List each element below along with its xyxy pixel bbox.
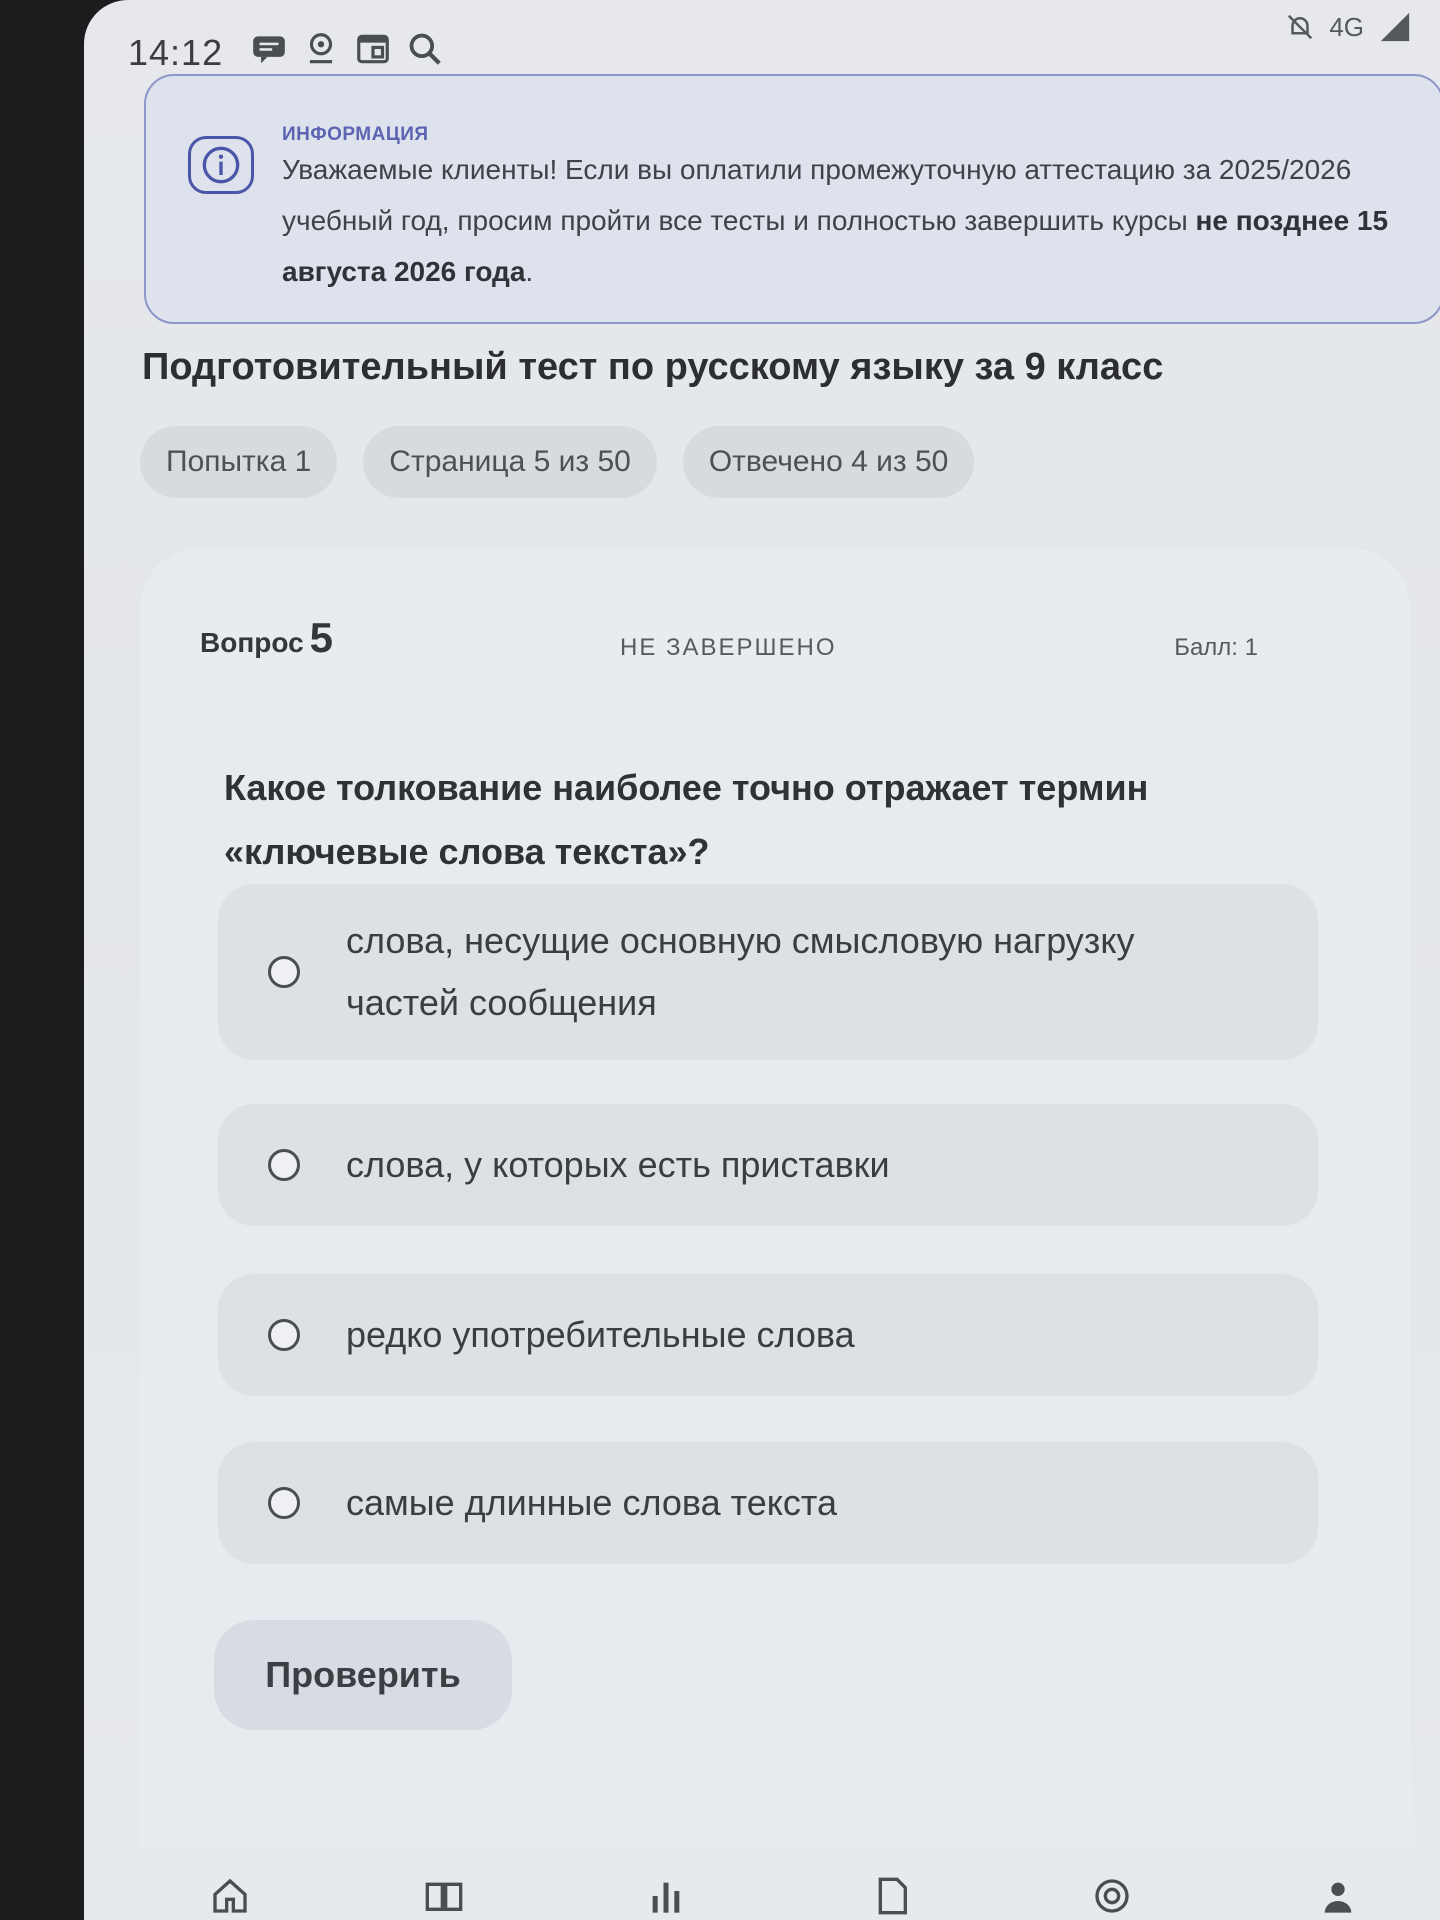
answer-label: слова, у которых есть приставки: [346, 1144, 890, 1185]
page-title: Подготовительный тест по русскому языку …: [142, 346, 1164, 388]
info-text-end: .: [525, 256, 534, 287]
signal-icon: [1380, 12, 1410, 42]
info-icon: [188, 136, 254, 194]
check-button[interactable]: Проверить: [214, 1620, 512, 1730]
answer-option-2[interactable]: слова, у которых есть приставки: [218, 1104, 1318, 1226]
question-label: Вопрос: [200, 627, 304, 658]
question-card: Вопрос 5 НЕ ЗАВЕРШЕНО Балл: 1 Какое толко…: [140, 548, 1410, 1920]
status-notification-icons: [250, 30, 444, 68]
info-text: Уважаемые клиенты! Если вы оплатили пром…: [282, 144, 1392, 297]
radio-button[interactable]: [268, 1149, 300, 1181]
info-banner: ИНФОРМАЦИЯ Уважаемые клиенты! Если вы оп…: [144, 74, 1440, 324]
question-number-value: 5: [309, 614, 334, 661]
page-chip: Страница 5 из 50: [363, 426, 657, 498]
answer-option-3[interactable]: редко употребительные слова: [218, 1274, 1318, 1396]
home-icon[interactable]: [210, 1876, 250, 1916]
answered-chip: Отвечено 4 из 50: [682, 426, 975, 498]
question-score: Балл: 1: [1174, 634, 1258, 661]
answer-label: слова, несущие основную смысловую нагруз…: [346, 920, 1135, 1023]
answer-label: самые длинные слова текста: [346, 1482, 837, 1523]
status-time: 14:12: [128, 32, 224, 73]
answer-option-4[interactable]: самые длинные слова текста: [218, 1442, 1318, 1564]
network-type: 4G: [1329, 11, 1364, 42]
question-body: Какое толкование наиболее точно отражает…: [184, 706, 1360, 1920]
book-icon[interactable]: [424, 1876, 464, 1916]
answer-label: редко употребительные слова: [346, 1314, 855, 1355]
question-text: Какое толкование наиболее точно отражает…: [224, 767, 1149, 872]
answer-option-1[interactable]: слова, несущие основную смысловую нагруз…: [218, 884, 1318, 1060]
question-number: Вопрос 5: [200, 614, 333, 662]
info-title: ИНФОРМАЦИЯ: [282, 124, 429, 145]
chat-icon: [253, 36, 285, 64]
location-icon: [309, 33, 333, 64]
radio-button[interactable]: [268, 1319, 300, 1351]
question-status: НЕ ЗАВЕРШЕНО: [620, 634, 837, 661]
help-icon[interactable]: [1092, 1876, 1132, 1916]
calendar-icon: [357, 34, 389, 64]
radio-button[interactable]: [268, 1487, 300, 1519]
search-icon: [409, 33, 441, 65]
stats-icon[interactable]: [646, 1876, 686, 1916]
info-text-main: Уважаемые клиенты! Если вы оплатили пром…: [282, 154, 1352, 236]
radio-button[interactable]: [268, 956, 300, 988]
status-right: 4G: [1285, 10, 1412, 44]
profile-icon[interactable]: [1318, 1876, 1358, 1916]
bottom-nav: [84, 1848, 1440, 1920]
mute-icon: [1288, 14, 1313, 40]
app-screen: 14:12 4G ИНФОРМАЦИЯ Уважаемые клиенты! Е…: [84, 0, 1440, 1920]
attempt-chip: Попытка 1: [140, 426, 338, 498]
test-progress-chips: Попытка 1 Страница 5 из 50 Отвечено 4 из…: [140, 426, 975, 498]
document-icon[interactable]: [872, 1876, 912, 1916]
